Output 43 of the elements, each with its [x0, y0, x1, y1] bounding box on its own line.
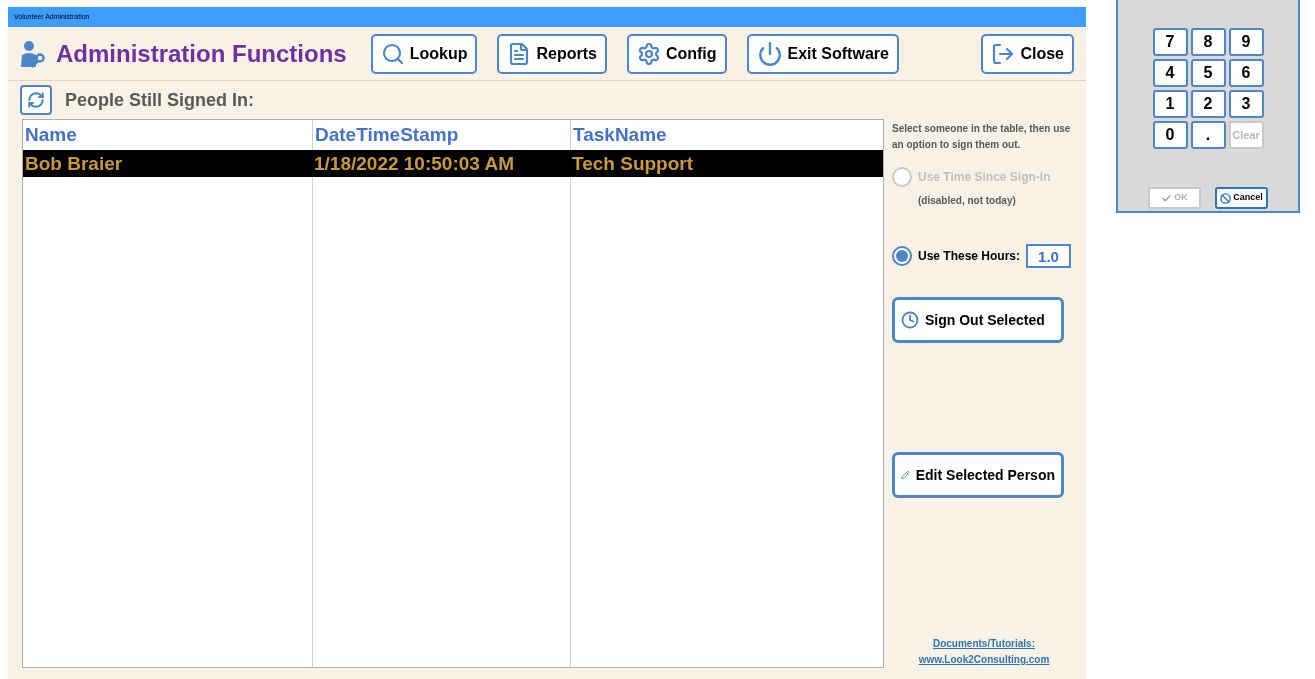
radio-button[interactable] [892, 246, 912, 266]
toolbar-button[interactable]: Reports [497, 33, 607, 74]
keypad-key[interactable]: 7 [1152, 28, 1188, 56]
settings-icon [636, 41, 661, 66]
table-cell-text: 1/18/2022 10:50:03 AM [313, 152, 515, 176]
toolbar-button[interactable]: Exit Software [746, 33, 899, 74]
keypad-key[interactable]: . [1190, 121, 1226, 149]
column-header[interactable]: Name [23, 120, 312, 150]
table-cell-text: Tech Support [571, 152, 695, 176]
cancel-icon [1220, 192, 1232, 204]
instructions-text: Select someone in the table, then use an option to sign them out. [892, 122, 1072, 152]
cancel-button[interactable]: Cancel [1215, 187, 1268, 209]
clock-icon [901, 311, 919, 329]
toolbar-button[interactable]: Lookup [370, 33, 478, 74]
keypad-key[interactable]: 5 [1190, 59, 1226, 87]
keypad-key[interactable]: 2 [1190, 90, 1226, 118]
keypad-key[interactable]: 0 [1152, 121, 1188, 149]
table-row[interactable]: Bob Braier 1/18/2022 10:50:03 AM Tech Support [23, 150, 883, 177]
action-button[interactable]: Edit Selected Person [892, 452, 1064, 498]
keypad-key[interactable]: 9 [1228, 28, 1264, 56]
keypad-key[interactable]: 3 [1228, 90, 1264, 118]
page-title: Administration Functions [56, 38, 347, 69]
refresh-button[interactable] [20, 85, 52, 115]
table-cell-text: Bob Braier [24, 152, 124, 176]
hours-field[interactable]: 1.0 [1026, 244, 1072, 268]
check-icon [1161, 192, 1173, 204]
toolbar-button[interactable]: Config [626, 33, 727, 74]
keypad-key[interactable]: 4 [1152, 59, 1188, 87]
option-label: Use These Hours: [918, 248, 1021, 265]
close-button[interactable]: Close [981, 33, 1074, 74]
power-icon [756, 40, 783, 67]
option-label: Use Time Since Sign-in [918, 169, 1051, 186]
section-title: People Still Signed In: [65, 88, 255, 112]
person-key-icon [18, 38, 48, 69]
search-icon [380, 41, 405, 66]
refresh-icon [27, 91, 45, 109]
keypad-key[interactable]: 6 [1228, 59, 1264, 87]
action-button[interactable]: Sign Out Selected [892, 297, 1064, 343]
website-link[interactable]: www.Look2Consulting.com [918, 652, 1050, 668]
option-note: (disabled, not today) [918, 194, 1017, 208]
keypad-key[interactable]: 8 [1190, 28, 1226, 56]
keypad-key[interactable]: 1 [1152, 90, 1188, 118]
website-link[interactable]: Documents/Tutorials: [932, 636, 1035, 652]
